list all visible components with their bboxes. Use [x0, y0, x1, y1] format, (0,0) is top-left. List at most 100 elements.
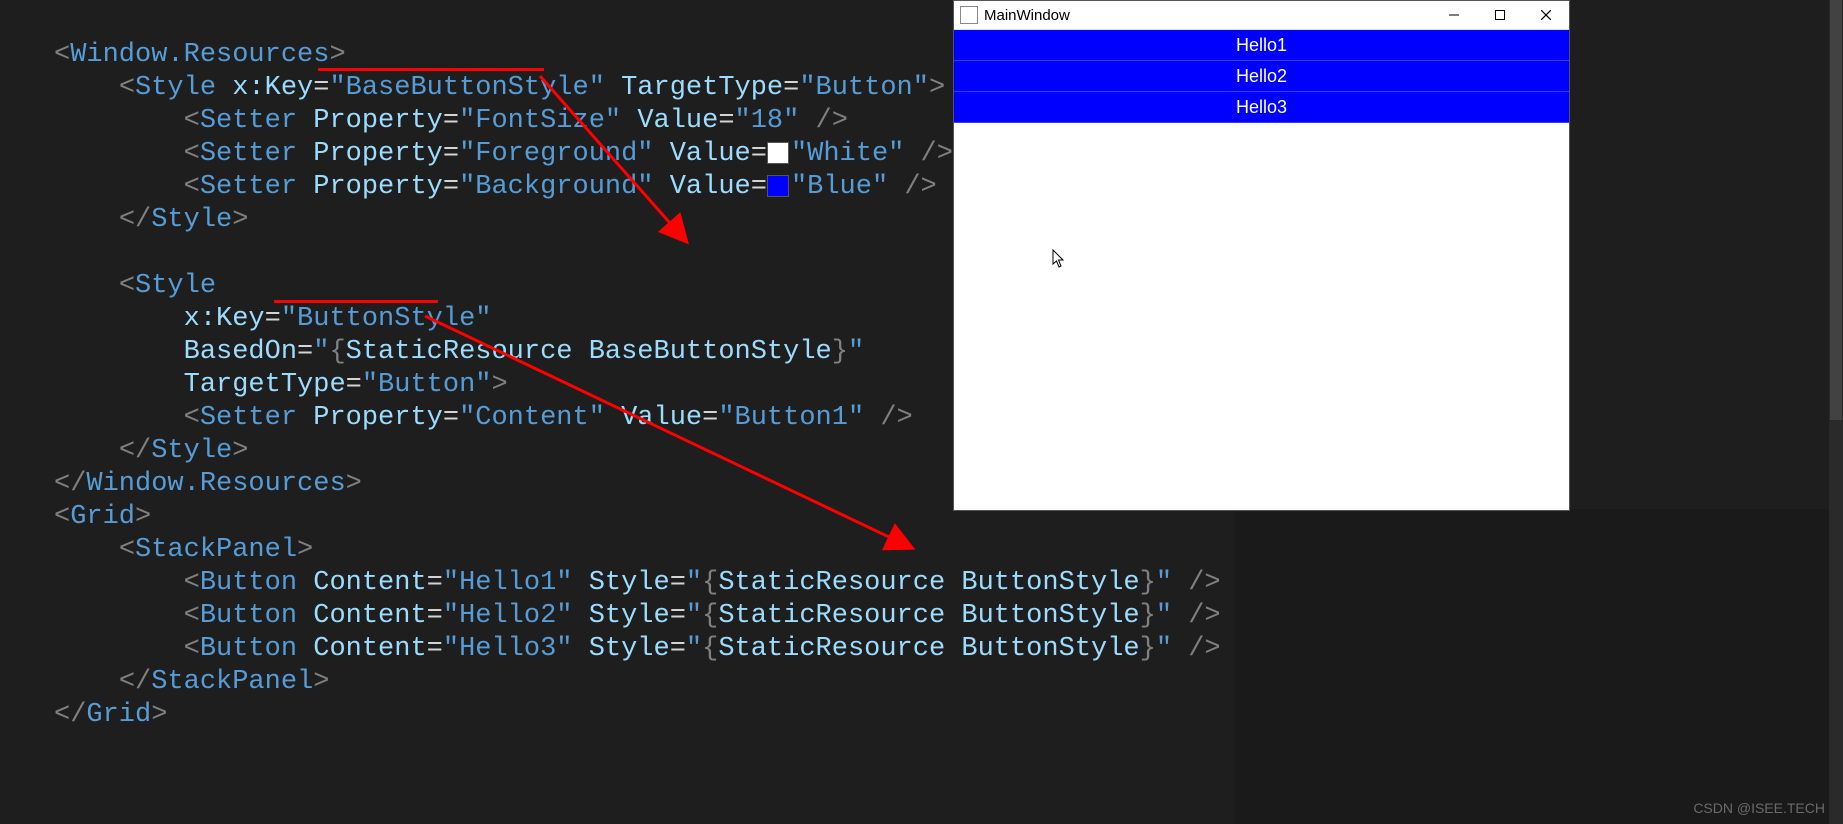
- eq: =: [443, 403, 459, 433]
- xml-elem: Setter: [200, 139, 313, 169]
- xml-tag-close: >: [313, 667, 329, 697]
- xml-str: "Hello3": [443, 634, 573, 664]
- xml-attr: Value: [621, 403, 702, 433]
- xml-tag-open: <: [119, 73, 135, 103]
- xml-elem: StackPanel: [151, 667, 313, 697]
- eq: =: [297, 337, 313, 367]
- xml-str: "Foreground": [459, 139, 653, 169]
- window-title: MainWindow: [984, 7, 1431, 24]
- xml-tag-open: <: [54, 40, 70, 70]
- wpf-app-window[interactable]: MainWindow Hello1 Hello2 Hello3: [953, 0, 1570, 511]
- hello-button-3[interactable]: Hello3: [954, 92, 1569, 123]
- xml-tag-close: />: [799, 106, 848, 136]
- xml-tag-close: >: [297, 535, 313, 565]
- xml-tag-open: </: [119, 205, 151, 235]
- xml-tag-close: >: [329, 40, 345, 70]
- q: ": [313, 337, 329, 367]
- scrollbar-thumb[interactable]: [1830, 0, 1842, 420]
- minimize-button[interactable]: [1431, 1, 1477, 29]
- xml-elem: Style: [151, 205, 232, 235]
- close-button[interactable]: [1523, 1, 1569, 29]
- sp: [654, 172, 670, 202]
- color-swatch-white: [767, 142, 789, 164]
- eq: =: [443, 172, 459, 202]
- app-icon: [960, 6, 978, 24]
- client-area: Hello1 Hello2 Hello3: [954, 30, 1569, 123]
- xml-tag-open: <: [119, 271, 135, 301]
- hello-button-2[interactable]: Hello2: [954, 61, 1569, 92]
- xml-tag-open: </: [119, 667, 151, 697]
- xml-str: "Hello1": [443, 568, 573, 598]
- xml-attr: Value: [670, 172, 751, 202]
- xml-str: "Background": [459, 172, 653, 202]
- brace: }: [1140, 634, 1156, 664]
- xml-tag-close: />: [1172, 634, 1221, 664]
- sp: [605, 403, 621, 433]
- q: ": [848, 337, 864, 367]
- brace: {: [702, 568, 718, 598]
- xml-attr: Style: [589, 568, 670, 598]
- sp: [605, 73, 621, 103]
- scrollbar[interactable]: [1829, 0, 1843, 824]
- xml-elem: Style: [135, 271, 216, 301]
- eq: =: [443, 139, 459, 169]
- xml-tag-open: <: [184, 172, 200, 202]
- resource-ref: StaticResource ButtonStyle: [718, 634, 1139, 664]
- q: ": [686, 568, 702, 598]
- eq: =: [265, 304, 281, 334]
- xml-str: "Button1": [718, 403, 864, 433]
- xml-tag-close: />: [904, 139, 953, 169]
- sp: [573, 601, 589, 631]
- titlebar[interactable]: MainWindow: [954, 1, 1569, 30]
- eq: =: [427, 634, 443, 664]
- xml-tag-open: <: [184, 139, 200, 169]
- q: ": [1156, 634, 1172, 664]
- xml-str: "White": [791, 139, 904, 169]
- xml-attr: Content: [313, 634, 426, 664]
- xml-attr: Property: [313, 139, 443, 169]
- annotation-underline: [318, 68, 544, 71]
- xml-tag-open: <: [184, 403, 200, 433]
- background-right: [1568, 0, 1843, 509]
- xml-tag-open: <: [184, 106, 200, 136]
- eq: =: [783, 73, 799, 103]
- color-swatch-blue: [767, 175, 789, 197]
- q: ": [686, 601, 702, 631]
- xml-tag-close: >: [232, 436, 248, 466]
- eq: =: [313, 73, 329, 103]
- xml-attr: TargetType: [184, 370, 346, 400]
- xml-elem: StackPanel: [135, 535, 297, 565]
- xml-str: "Hello2": [443, 601, 573, 631]
- xml-tag-close: >: [151, 700, 167, 730]
- eq: =: [443, 106, 459, 136]
- xml-elem: Setter: [200, 403, 313, 433]
- resource-ref: StaticResource BaseButtonStyle: [346, 337, 832, 367]
- xml-str: "Button": [799, 73, 929, 103]
- xml-str: "18": [735, 106, 800, 136]
- xml-tag-close: >: [135, 502, 151, 532]
- xml-tag-close: >: [232, 205, 248, 235]
- xml-tag-close: />: [864, 403, 913, 433]
- xml-elem: Button: [200, 568, 313, 598]
- sp: [573, 568, 589, 598]
- xml-tag-open: <: [184, 568, 200, 598]
- xml-tag-open: <: [119, 535, 135, 565]
- xml-tag-open: </: [54, 700, 86, 730]
- xml-elem: Setter: [200, 172, 313, 202]
- brace: }: [1140, 601, 1156, 631]
- xml-tag-close: >: [929, 73, 945, 103]
- xml-tag-open: <: [184, 601, 200, 631]
- hello-button-1[interactable]: Hello1: [954, 30, 1569, 61]
- sp: [621, 106, 637, 136]
- maximize-button[interactable]: [1477, 1, 1523, 29]
- xml-attr: BasedOn: [184, 337, 297, 367]
- xml-str: "ButtonStyle": [281, 304, 492, 334]
- brace: {: [329, 337, 345, 367]
- xml-tag-open: </: [119, 436, 151, 466]
- xml-elem: Window.Resources: [86, 469, 345, 499]
- watermark: CSDN @ISEE.TECH: [1693, 800, 1825, 816]
- xml-attr: Style: [589, 634, 670, 664]
- eq: =: [427, 568, 443, 598]
- xml-elem: Grid: [70, 502, 135, 532]
- xml-attr: x:Key: [184, 304, 265, 334]
